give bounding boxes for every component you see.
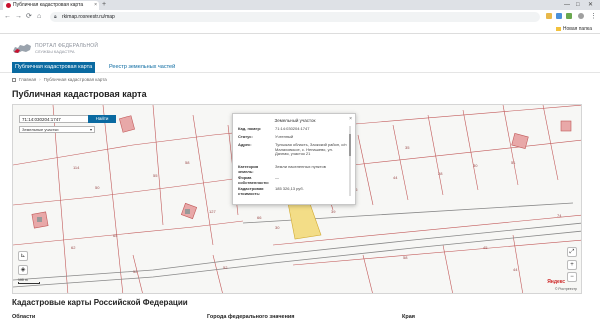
popup-value: 71:14:030204:1747 <box>275 126 310 131</box>
breadcrumb: Главная › Публичная кадастровая карта <box>12 77 107 82</box>
main-menu: Публичная кадастровая карта Реестр земел… <box>0 62 600 73</box>
breadcrumb-separator: › <box>39 77 41 82</box>
parcel-number: 28 <box>438 171 443 176</box>
fullscreen-icon[interactable]: ⤢ <box>567 247 577 257</box>
parcel-info-popup: Земельный участок × Кад. номер: 71:14:03… <box>232 113 356 205</box>
close-window-icon[interactable]: ✕ <box>588 0 593 10</box>
zoom-out-button[interactable]: − <box>567 272 577 282</box>
object-type-select[interactable]: Земельные участки ▾ <box>19 126 95 133</box>
popup-value: 185 326,13 руб. <box>275 186 304 191</box>
popup-key: Форма собственности: <box>238 175 270 185</box>
parcel-number: 30 <box>473 163 478 168</box>
popup-value: Учтенный <box>275 134 294 139</box>
extension-icon[interactable] <box>556 13 562 19</box>
column-heading-regions[interactable]: Области <box>12 314 35 320</box>
parcel-number: 51 <box>511 160 516 165</box>
popup-scrollbar[interactable] <box>349 126 351 196</box>
provider-logo[interactable]: Яндекс <box>547 279 565 285</box>
parcel-number: 44 <box>393 175 398 180</box>
parcel-number: 52 <box>223 265 228 270</box>
parcel-number: 58 <box>403 255 408 260</box>
lock-icon: 🔒︎ <box>54 14 57 20</box>
popup-value: Тульская область, Заокский район, с/п Ма… <box>275 142 347 157</box>
column-heading-federal-cities[interactable]: Города федерального значения <box>207 314 295 320</box>
tab-title: Публичная кадастровая карта <box>13 2 84 8</box>
menu-item-land-registry[interactable]: Реестр земельных частей <box>106 62 178 73</box>
section-title: Кадастровые карты Российской Федерации <box>12 298 188 307</box>
object-type-value: Земельные участки <box>22 127 59 132</box>
russia-map-icon <box>13 44 31 53</box>
browser-tab-bar: Публичная кадастровая карта × + — □ ✕ <box>0 0 600 10</box>
profile-avatar[interactable] <box>578 13 584 19</box>
minimize-icon[interactable]: — <box>564 0 570 10</box>
url-text: rkimap.rosreestr.ru/map <box>62 14 115 20</box>
parcel-number: 52 <box>133 269 138 274</box>
browser-tab[interactable]: Публичная кадастровая карта × <box>3 1 99 10</box>
ruler-icon[interactable]: ⊾ <box>18 251 28 261</box>
parcel-number: 30 <box>275 225 280 230</box>
scale-label: 100 m <box>18 278 28 282</box>
home-crumb-icon <box>12 77 16 82</box>
parcel-number: 35 <box>405 145 410 150</box>
cadastral-map[interactable]: 50 55 58 62 65 66 39 127 30 44 28 30 51 … <box>12 104 582 294</box>
bookmarks-bar: Новая папка <box>0 24 600 34</box>
home-icon[interactable]: ⌂ <box>37 12 41 22</box>
selected-parcel <box>287 200 322 240</box>
address-row: ← → ⟳ ⌂ 🔒︎ rkimap.rosreestr.ru/map ⋮ <box>0 10 600 24</box>
layers-icon[interactable]: ◈ <box>18 265 28 275</box>
parcel-number: 50 <box>95 185 100 190</box>
parcel-number: 65 <box>113 233 118 238</box>
popup-key: Статус: <box>238 134 253 139</box>
favicon-icon <box>6 3 11 8</box>
back-icon[interactable]: ← <box>4 12 11 22</box>
column-heading-territories[interactable]: Края <box>402 314 415 320</box>
extension-icon[interactable] <box>566 13 572 19</box>
popup-value: — <box>275 175 279 180</box>
popup-key: Кадастровая стоимость: <box>238 186 264 196</box>
tab-close-icon[interactable]: × <box>94 1 97 10</box>
chevron-down-icon: ▾ <box>89 127 92 132</box>
maximize-icon[interactable]: □ <box>576 0 580 10</box>
map-copyright: © Ростреестр <box>554 287 577 291</box>
popup-title: Земельный участок <box>274 118 316 123</box>
zoom-in-button[interactable]: + <box>567 260 577 270</box>
popup-key: Адрес: <box>238 142 252 147</box>
scale-bar <box>18 282 40 284</box>
reload-icon[interactable]: ⟳ <box>26 12 32 22</box>
map-scale: 100 m <box>18 278 40 284</box>
parcel-number: 62 <box>71 245 76 250</box>
new-tab-button[interactable]: + <box>102 1 106 9</box>
parcel-number: 58 <box>185 160 190 165</box>
logo-line2: службы кадастра <box>35 49 75 54</box>
parcel-number: 66 <box>257 215 262 220</box>
extension-icon[interactable] <box>546 13 552 19</box>
close-icon[interactable]: × <box>349 116 352 122</box>
address-bar[interactable]: 🔒︎ rkimap.rosreestr.ru/map <box>50 12 540 22</box>
parcel-number: 45 <box>483 245 488 250</box>
breadcrumb-current: Публичная кадастровая карта <box>43 77 107 82</box>
breadcrumb-home[interactable]: Главная <box>19 77 36 82</box>
bookmark-folder[interactable]: Новая папка <box>556 25 592 33</box>
map-search-button[interactable]: Найти <box>88 115 116 123</box>
page-title: Публичная кадастровая карта <box>12 89 147 99</box>
site-logo[interactable]: Портал Федеральной службы кадастра <box>12 42 102 56</box>
parcel-number: 39 <box>331 209 336 214</box>
forward-icon[interactable]: → <box>15 12 22 22</box>
popup-key: Категория земель: <box>238 164 259 174</box>
menu-item-cadastral-map[interactable]: Публичная кадастровая карта <box>12 62 96 73</box>
parcel-number: 55 <box>153 173 158 178</box>
menu-kebab-icon[interactable]: ⋮ <box>590 12 597 22</box>
popup-key: Кад. номер: <box>238 126 262 131</box>
parcel-number: 44 <box>513 267 518 272</box>
popup-value: Земли населенных пунктов <box>275 164 326 169</box>
parcel-number: 114 <box>73 165 80 170</box>
parcel-number: 74 <box>557 213 562 218</box>
parcel-number: 127 <box>209 209 216 214</box>
